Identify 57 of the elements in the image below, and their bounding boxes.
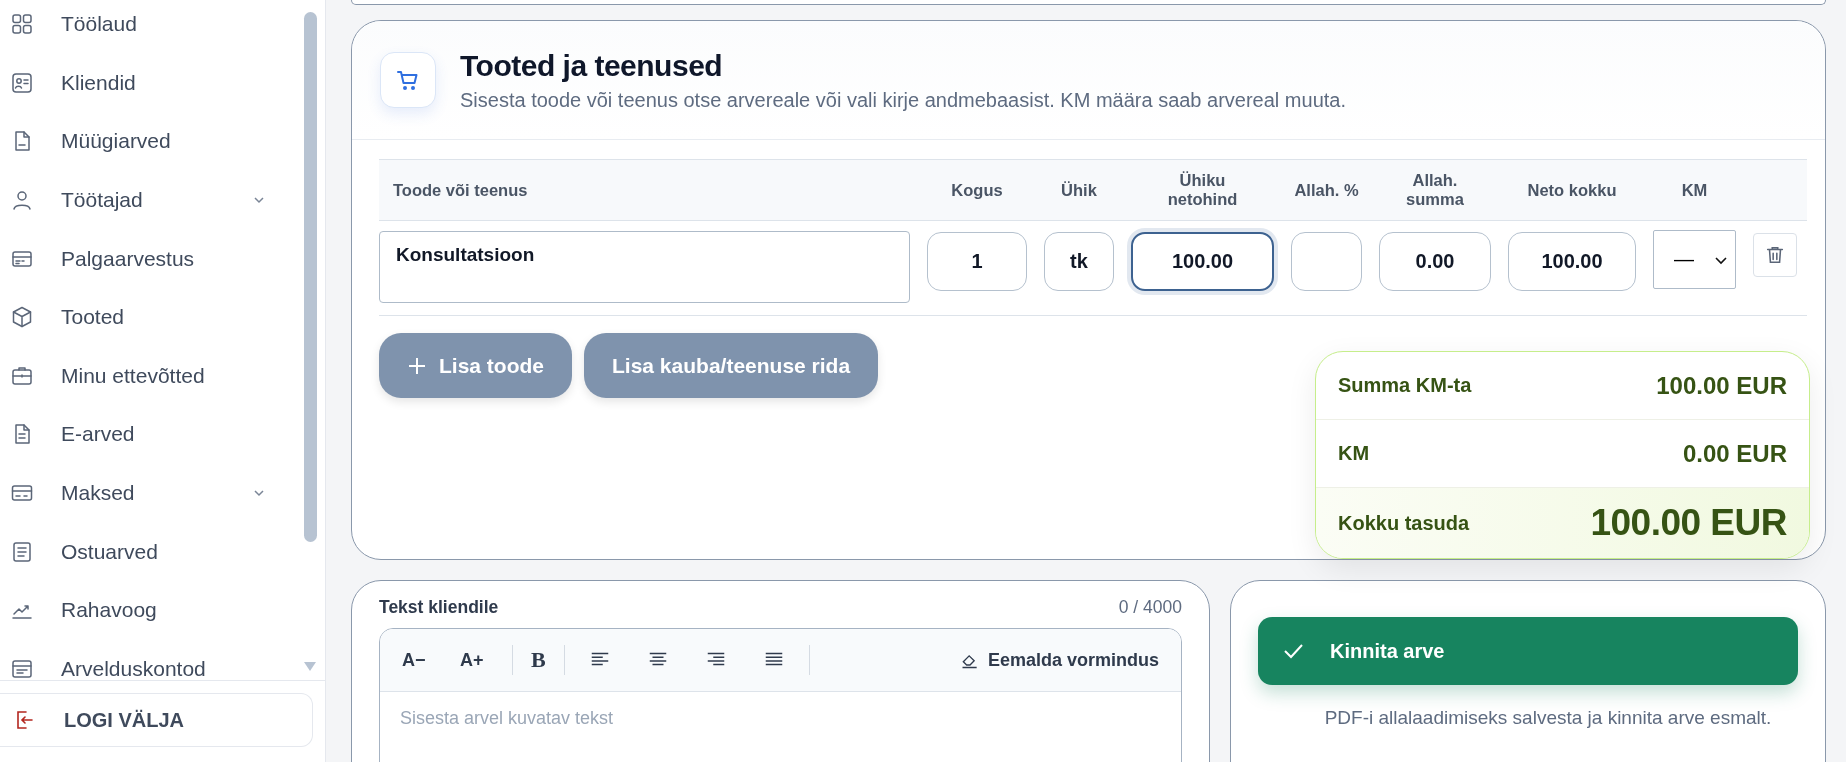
column-header: Neto kokku: [1527, 180, 1617, 200]
delete-button[interactable]: [1753, 233, 1797, 277]
section-title: Tooted ja teenused: [460, 48, 724, 83]
list-document-icon: [10, 539, 34, 564]
info-note: PDF-i allalaadimiseks salvesta ja kinnita arve esmalt.: [1323, 707, 1773, 729]
cart-icon: [380, 52, 436, 108]
sidebar-item[interactable]: Tooted: [61, 305, 295, 330]
sidebar-item[interactable]: Töötajad: [61, 188, 251, 213]
number-field[interactable]: 100.00: [1131, 232, 1274, 291]
logout-button[interactable]: LOGI VÄLJA: [0, 693, 313, 747]
trash-icon: [1764, 244, 1786, 266]
total-value: 100.00 EUR: [1590, 502, 1787, 544]
section-subtitle: Sisesta toode või teenus otse arvereale või vali kirje andmebaasist. KM määra saab arvereal muuta.: [460, 88, 1346, 112]
number-field[interactable]: 1: [927, 232, 1027, 291]
column-header: Kogus: [951, 180, 1003, 200]
confirm-invoice-button[interactable]: Kinnita arve: [1258, 617, 1798, 685]
column-header: Allah. %: [1294, 180, 1359, 200]
sidebar-item[interactable]: Maksed: [61, 481, 251, 506]
clear-formatting-button[interactable]: Eemalda vormindus: [947, 640, 1171, 680]
bold-button[interactable]: B: [519, 640, 558, 680]
editor-placeholder: Sisesta arvel kuvatav tekst: [399, 707, 615, 730]
vat-select[interactable]: —: [1653, 230, 1736, 289]
font-size-button[interactable]: A−: [390, 640, 448, 680]
text-editor[interactable]: A− A+ B Eemalda vormindus Sisesta arvel kuvatav tekst: [379, 628, 1182, 762]
column-header: KM: [1681, 180, 1708, 200]
number-field[interactable]: [1291, 232, 1362, 291]
column-header: Ühik: [1061, 180, 1097, 200]
font-size-button[interactable]: A+: [448, 640, 506, 680]
person-icon: [10, 188, 34, 213]
sidebar-item[interactable]: Müügiarved: [61, 129, 295, 154]
total-label: Kokku tasuda: [1338, 511, 1470, 535]
field-label: Tekst kliendile: [379, 597, 499, 618]
sidebar-item[interactable]: E-arved: [61, 422, 295, 447]
scrollbar-thumb[interactable]: [304, 12, 317, 542]
number-field[interactable]: 0.00: [1379, 232, 1491, 291]
sidebar-item[interactable]: Minu ettevõtted: [61, 363, 295, 388]
product-name-field[interactable]: Konsultatsioon: [379, 231, 910, 303]
sidebar-item[interactable]: Palgaarvestus: [61, 246, 295, 271]
number-field[interactable]: tk: [1044, 232, 1114, 291]
total-value: 100.00 EUR: [1656, 371, 1787, 400]
grid-icon: [10, 12, 34, 37]
sidebar-item[interactable]: Ostuarved: [61, 539, 295, 564]
column-header: Toode või teenus: [392, 180, 528, 200]
plus-icon: [407, 355, 427, 376]
cube-icon: [10, 305, 34, 330]
contact-card-icon: [10, 70, 34, 95]
column-header: Allah. summa: [1405, 171, 1465, 209]
character-counter: 0 / 4000: [1118, 597, 1182, 618]
sidebar-item[interactable]: Töölaud: [61, 12, 295, 37]
total-value: 0.00 EUR: [1682, 439, 1787, 468]
total-label: KM: [1338, 442, 1370, 465]
sidebar-item[interactable]: Kliendid: [61, 70, 295, 95]
sidebar-item[interactable]: Arvelduskontod: [61, 656, 295, 680]
number-field[interactable]: 100.00: [1508, 232, 1636, 291]
sidebar-item[interactable]: Rahavoog: [61, 598, 295, 623]
total-label: Summa KM-ta: [1338, 374, 1472, 397]
column-header: Ühiku netohind: [1166, 171, 1239, 209]
